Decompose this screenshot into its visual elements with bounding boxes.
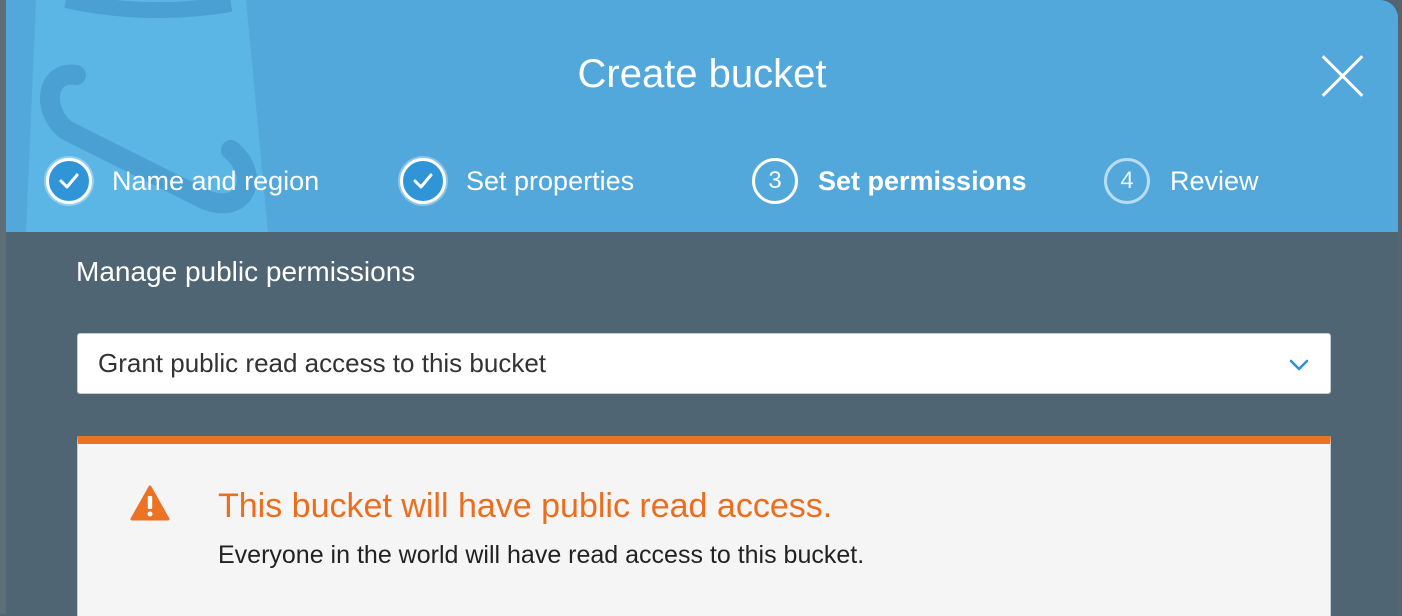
step-number-badge: 4 xyxy=(1104,158,1150,204)
step-review[interactable]: 4 Review xyxy=(1104,155,1259,207)
step-label: Set properties xyxy=(466,165,635,196)
window-edge-right xyxy=(1398,0,1402,614)
step-number-badge: 3 xyxy=(752,158,798,204)
step-set-permissions[interactable]: 3 Set permissions xyxy=(752,155,1027,207)
check-icon xyxy=(46,158,92,204)
step-number: 3 xyxy=(768,167,782,194)
public-permissions-select[interactable]: Grant public read access to this bucket xyxy=(77,333,1331,394)
public-access-alert: This bucket will have public read access… xyxy=(77,436,1331,616)
wizard-header: Create bucket Name and region Set proper… xyxy=(6,0,1398,232)
step-set-properties[interactable]: Set properties xyxy=(400,155,634,207)
step-name-and-region[interactable]: Name and region xyxy=(46,155,319,207)
step-label: Review xyxy=(1170,165,1259,196)
chevron-down-icon xyxy=(1289,359,1309,371)
dialog-title: Create bucket xyxy=(577,52,827,96)
section-title: Manage public permissions xyxy=(76,256,416,287)
step-label: Set permissions xyxy=(818,165,1027,196)
step-number: 4 xyxy=(1120,167,1134,194)
step-label: Name and region xyxy=(112,165,320,196)
close-icon[interactable] xyxy=(1320,54,1364,98)
alert-heading: This bucket will have public read access… xyxy=(218,487,833,525)
selected-option: Grant public read access to this bucket xyxy=(98,348,547,378)
check-icon xyxy=(400,158,446,204)
warning-icon xyxy=(130,485,170,521)
alert-message: Everyone in the world will have read acc… xyxy=(218,541,865,569)
